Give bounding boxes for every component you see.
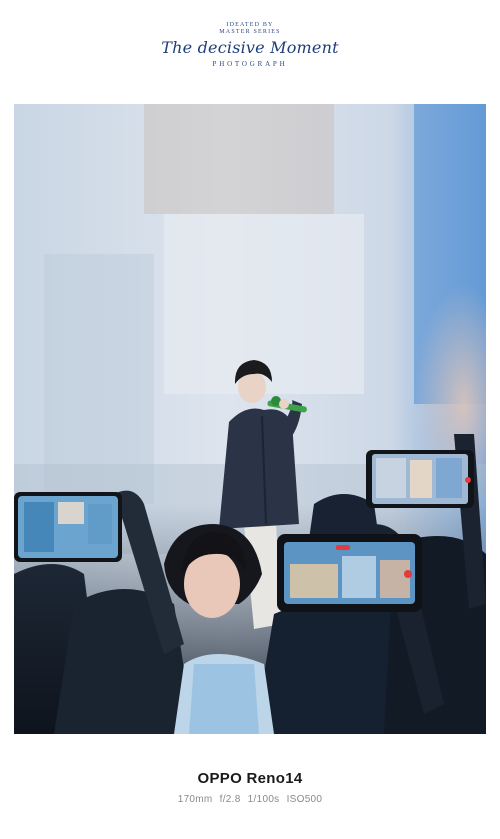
master-series-label: MASTER SERIES: [219, 29, 281, 35]
concert-photo: [14, 104, 486, 734]
watermark-header: IDEATED BY MASTER SERIES The decisive Mo…: [0, 22, 500, 68]
device-name: OPPO Reno14: [197, 770, 303, 787]
phone-screen-center: [277, 534, 422, 612]
phone-screen-right-top: [366, 450, 474, 508]
camera-specs: 170mm f/2.8 1/100s ISO500: [177, 794, 323, 805]
brand-logo: The decisive Moment: [161, 38, 339, 57]
ideated-by-label: IDEATED BY: [226, 22, 274, 28]
photograph-label: PHOTOGRAPH: [212, 60, 288, 68]
concert-photo-illustration: [14, 104, 486, 734]
phone-screen-left: [14, 492, 122, 562]
